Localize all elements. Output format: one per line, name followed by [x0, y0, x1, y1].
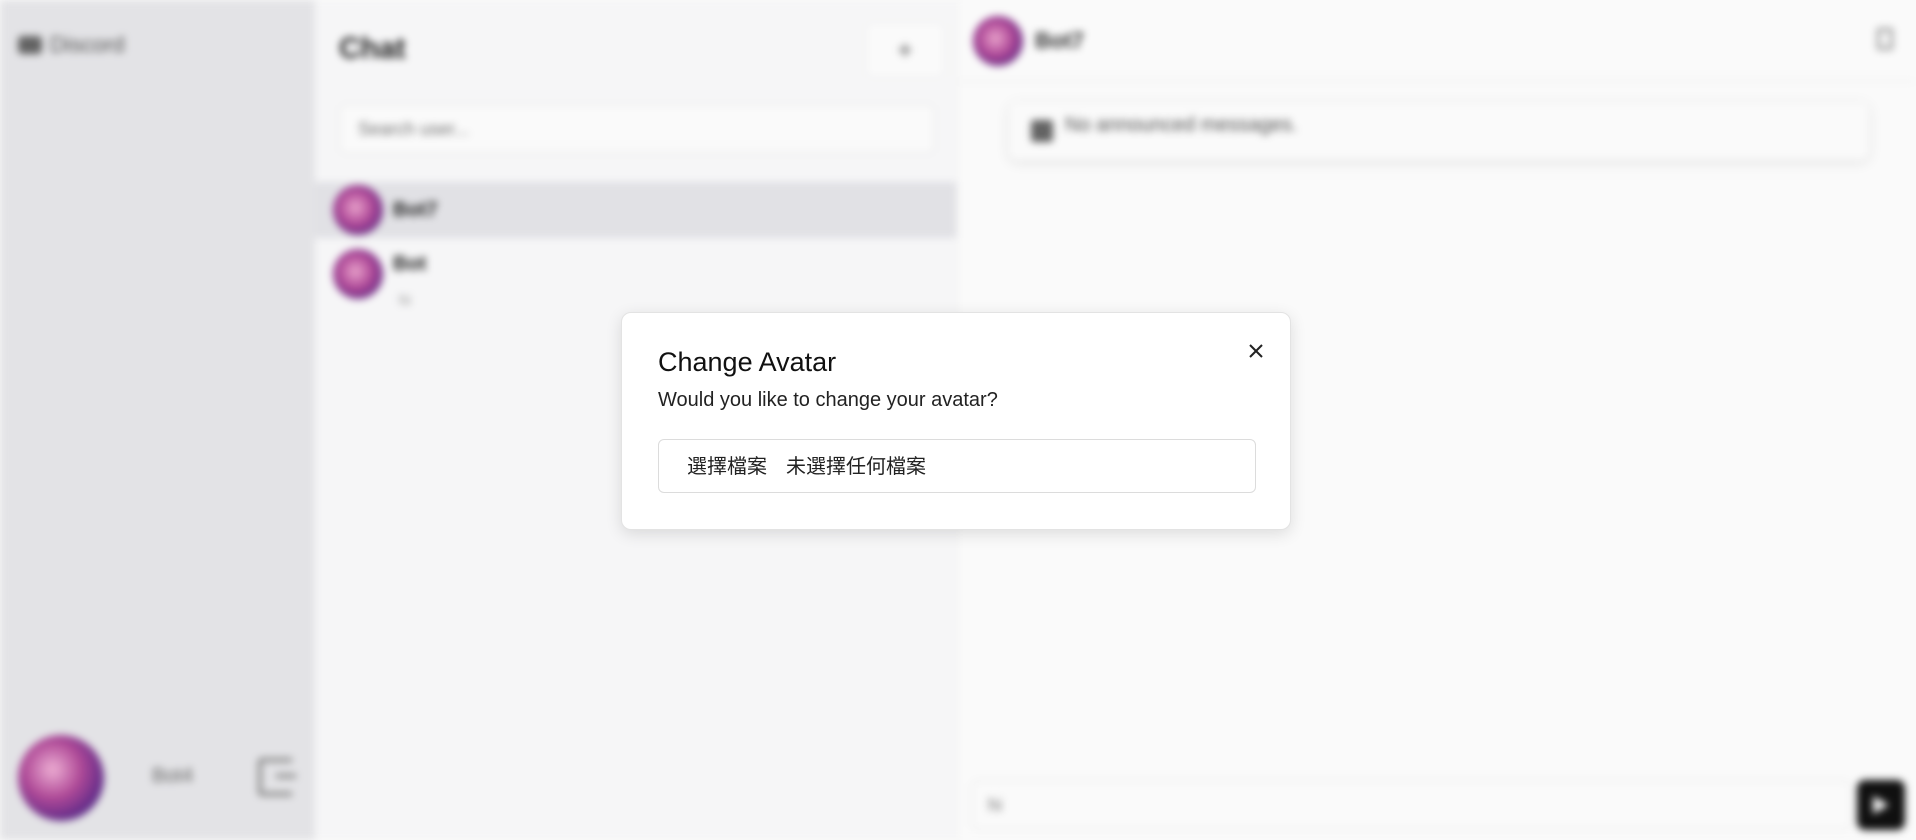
choose-file-button[interactable]: 選擇檔案 — [687, 450, 767, 479]
change-avatar-dialog: Change Avatar Would you like to change y… — [621, 312, 1291, 530]
dialog-title: Change Avatar — [658, 347, 837, 377]
dialog-description: Would you like to change your avatar? — [658, 389, 998, 411]
close-icon — [1249, 344, 1263, 358]
avatar-file-input[interactable]: 選擇檔案 未選擇任何檔案 — [658, 439, 1256, 493]
file-status: 未選擇任何檔案 — [786, 454, 926, 478]
close-button[interactable] — [1242, 337, 1270, 365]
